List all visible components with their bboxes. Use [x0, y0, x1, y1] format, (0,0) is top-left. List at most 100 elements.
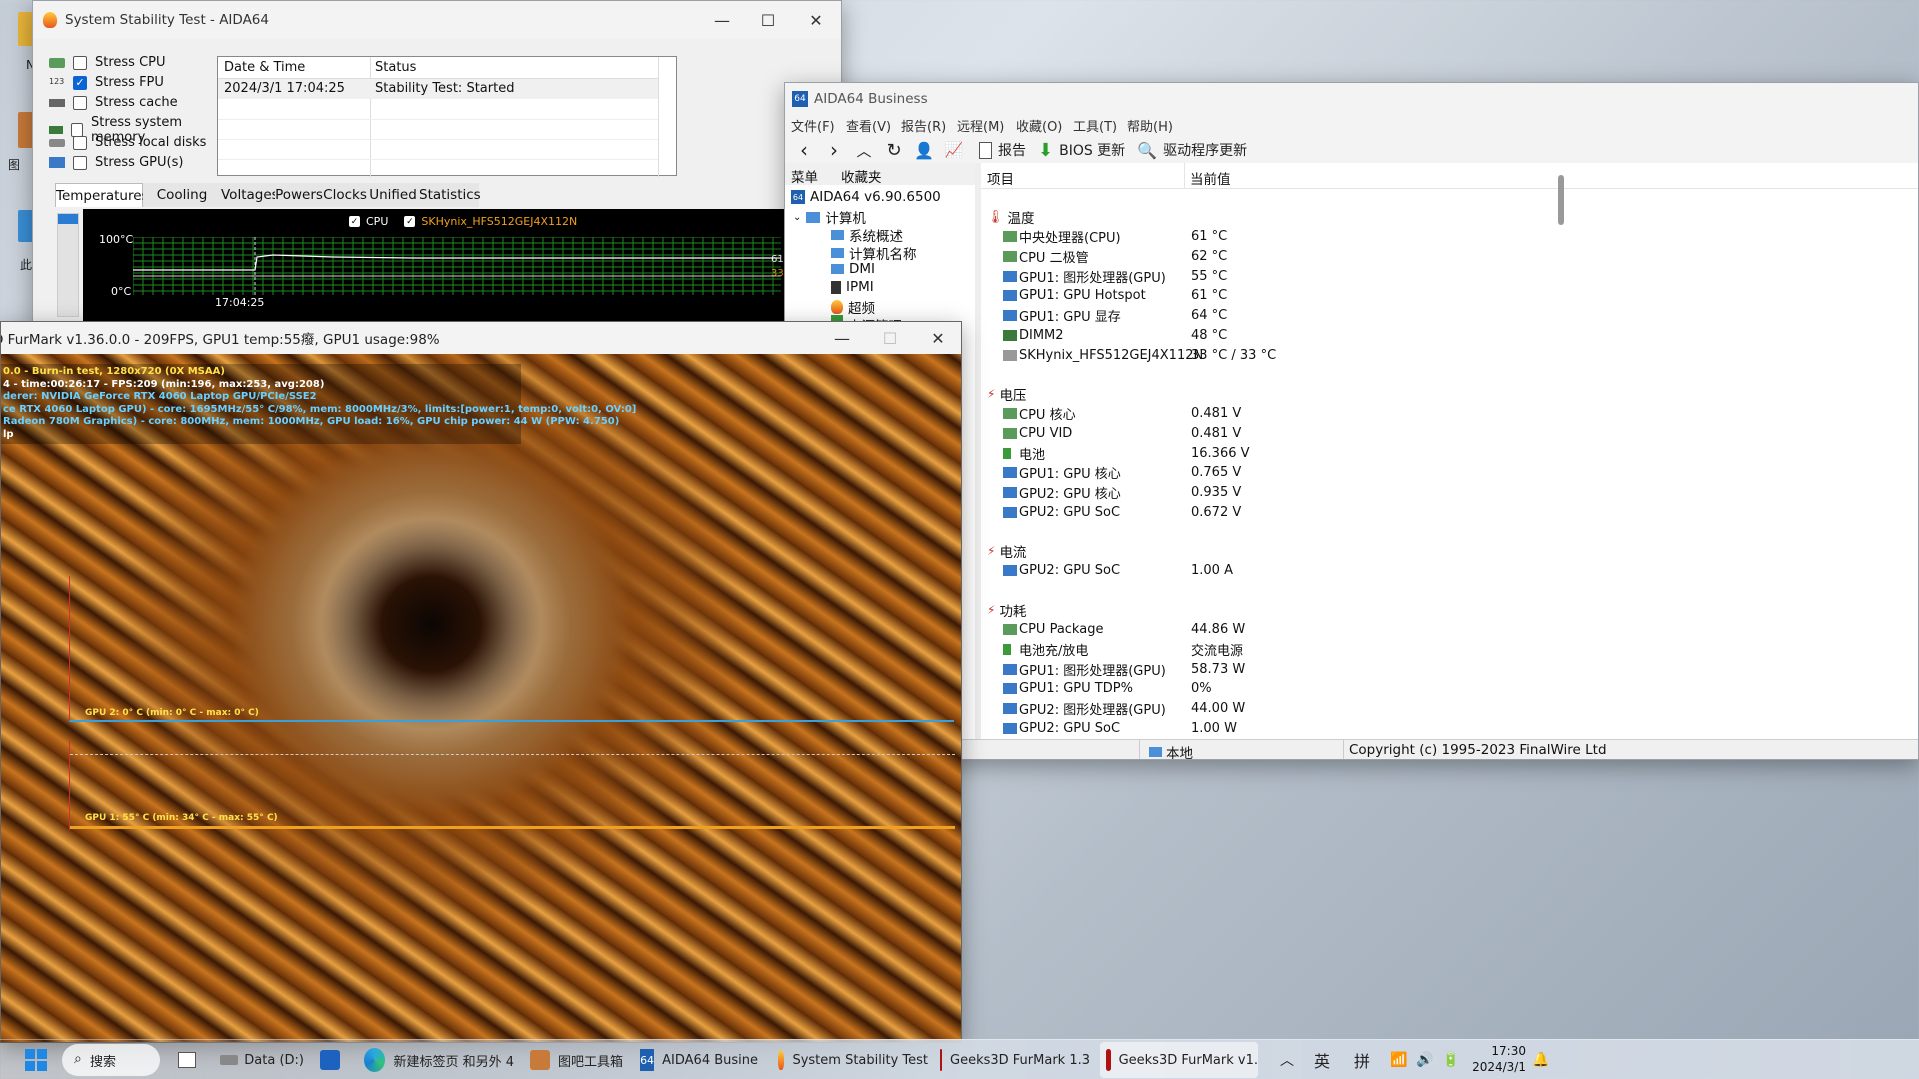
stability-titlebar[interactable]: System Stability Test - AIDA64 — ☐ ✕ [33, 1, 841, 39]
sensor-row[interactable]: 电池充/放电 交流电源 [981, 640, 1918, 660]
sensor-row[interactable]: GPU2: 图形处理器(GPU) 44.00 W [981, 699, 1918, 719]
sensor-row[interactable]: CPU Package 44.86 W [981, 620, 1918, 640]
sensor-row[interactable]: GPU2: GPU SoC 1.00 A [981, 561, 1918, 581]
menu-help[interactable]: 帮助(H) [1127, 116, 1187, 138]
stress-fpu-checkbox[interactable]: ✓ [73, 75, 87, 90]
furmark-titlebar[interactable]: D FurMark v1.36.0.0 - 209FPS, GPU1 temp:… [1, 322, 961, 354]
menu-view[interactable]: 查看(V) [846, 116, 901, 138]
log-col-status[interactable]: Status [375, 60, 416, 75]
close-button[interactable]: ✕ [787, 1, 841, 39]
sensor-row[interactable]: GPU1: GPU TDP% 0% [981, 679, 1918, 699]
tab-statistics[interactable]: Statistics [419, 183, 481, 207]
chart-icon[interactable]: 📈 [939, 141, 969, 159]
wifi-icon[interactable]: 📶 [1390, 1040, 1410, 1079]
graph-scroll-thumb[interactable] [58, 214, 78, 224]
back-arrow-icon[interactable]: ‹ [789, 138, 819, 162]
taskbar-item-edge[interactable]: 新建标签页 和另外 4 [364, 1040, 514, 1079]
sensor-row[interactable]: GPU2: GPU 核心 0.935 V [981, 483, 1918, 503]
menu-tools[interactable]: 工具(T) [1073, 116, 1127, 138]
tray-clock[interactable]: 17:30 2024/3/1 [1470, 1043, 1526, 1075]
start-button[interactable] [20, 1040, 52, 1079]
sensor-row[interactable]: 中央处理器(CPU) 61 °C [981, 227, 1918, 247]
tab-temperatures[interactable]: Temperatures [55, 183, 149, 207]
stress-gpu-checkbox[interactable] [73, 155, 87, 170]
sensor-row[interactable]: GPU1: 图形处理器(GPU) 58.73 W [981, 659, 1918, 679]
taskbar-item-aida[interactable]: 64 AIDA64 Busine [640, 1040, 758, 1079]
panel-tab-menu[interactable]: 菜单 [791, 166, 818, 186]
sensor-row[interactable]: CPU VID 0.481 V [981, 424, 1918, 444]
battery-icon[interactable]: 🔋 [1442, 1040, 1462, 1079]
furmark-render[interactable]: 0.0 - Burn-in test, 1280x720 (0X MSAA) 4… [1, 354, 961, 1042]
refresh-icon[interactable]: ↻ [879, 140, 909, 161]
furmark-close-button[interactable]: ✕ [909, 322, 961, 354]
tab-powers[interactable]: Powers [275, 183, 323, 207]
log-row[interactable]: 2024/3/1 17:04:25 Stability Test: Starte… [218, 79, 658, 99]
menu-remote[interactable]: 远程(M) [957, 116, 1016, 138]
graph-scroll-strip[interactable] [57, 213, 79, 317]
ime-language[interactable]: 英 [1314, 1040, 1334, 1079]
col-item[interactable]: 项目 [987, 168, 1014, 188]
legend-disk-checkbox[interactable]: ✓ [404, 216, 416, 227]
log-col-date[interactable]: Date & Time [224, 60, 305, 75]
sensor-row[interactable]: 电池 16.366 V [981, 443, 1918, 463]
taskbar-item-stability[interactable]: System Stability Test [778, 1040, 928, 1079]
chevron-down-icon[interactable]: ⌄ [793, 212, 801, 223]
stress-item-cache[interactable]: Stress cache [49, 95, 178, 110]
stress-cpu-checkbox[interactable] [73, 55, 87, 70]
toolbar-bios-button[interactable]: ⬇ BIOS 更新 [1038, 140, 1125, 161]
sensor-row[interactable]: CPU 二极管 62 °C [981, 247, 1918, 267]
sensor-row[interactable]: GPU2: GPU SoC 1.00 W [981, 719, 1918, 739]
taskbar-item-toolbox[interactable]: 图吧工具箱 [530, 1040, 626, 1079]
ime-mode[interactable]: 拼 [1354, 1040, 1374, 1079]
sensor-row[interactable]: CPU 核心 0.481 V [981, 404, 1918, 424]
menu-favorites[interactable]: 收藏(O) [1016, 116, 1073, 138]
stress-item-gpu[interactable]: Stress GPU(s) [49, 155, 183, 170]
sensor-row[interactable]: GPU1: GPU 核心 0.765 V [981, 463, 1918, 483]
menu-file[interactable]: 文件(F) [791, 116, 846, 138]
tray-overflow-button[interactable]: ︿ [1280, 1040, 1300, 1079]
panel-tab-favorites[interactable]: 收藏夹 [841, 166, 882, 186]
col-value[interactable]: 当前值 [1190, 168, 1231, 188]
sensor-row[interactable]: GPU1: GPU Hotspot 61 °C [981, 286, 1918, 306]
tree-item-overview[interactable]: 系统概述 [831, 225, 903, 245]
aida-titlebar[interactable]: 64 AIDA64 Business [785, 83, 1918, 115]
log-scrollbar[interactable] [658, 57, 659, 177]
taskbar-item-store[interactable] [320, 1040, 344, 1079]
stress-disks-checkbox[interactable] [73, 135, 87, 150]
search-box[interactable]: ⌕ 搜索 [62, 1044, 160, 1076]
taskbar-item-furmark-2[interactable]: Geeks3D FurMark v1. [1100, 1042, 1258, 1078]
taskbar-item-furmark-1[interactable]: Geeks3D FurMark 1.3 [940, 1040, 1090, 1079]
stress-cache-checkbox[interactable] [73, 95, 87, 110]
taskview-button[interactable] [178, 1040, 202, 1079]
tree-item-ipmi[interactable]: IPMI [831, 279, 874, 295]
toolbar-driver-button[interactable]: 🔍 驱动程序更新 [1137, 140, 1247, 160]
tab-unified[interactable]: Unified [367, 183, 419, 207]
legend-cpu-checkbox[interactable]: ✓ [349, 216, 360, 227]
stress-item-disks[interactable]: Stress local disks [49, 135, 206, 150]
menu-report[interactable]: 报告(R) [901, 116, 957, 138]
toolbar-report-button[interactable]: 报告 [979, 140, 1026, 160]
sensor-row[interactable]: SKHynix_HFS512GEJ4X112N 33 °C / 33 °C [981, 345, 1918, 365]
tree-item-overclock[interactable]: 超频 [831, 297, 875, 317]
sensor-scrollbar[interactable] [1558, 175, 1564, 225]
tab-clocks[interactable]: Clocks [323, 183, 367, 207]
tab-cooling-fans[interactable]: Cooling Fans [143, 183, 221, 227]
user-icon[interactable]: 👤 [909, 141, 939, 160]
tree-root[interactable]: 64 AIDA64 v6.90.6500 [791, 189, 941, 205]
log-table[interactable]: Date & Time Status 2024/3/1 17:04:25 Sta… [217, 56, 677, 177]
sensor-row[interactable]: DIMM2 48 °C [981, 326, 1918, 346]
tree-computer[interactable]: ⌄ 计算机 [793, 207, 866, 227]
up-arrow-icon[interactable]: ︿ [849, 140, 879, 161]
stress-item-fpu[interactable]: 123 ✓ Stress FPU [49, 75, 164, 90]
forward-arrow-icon[interactable]: › [819, 138, 849, 162]
stress-item-cpu[interactable]: Stress CPU [49, 55, 166, 70]
tree-item-computer-name[interactable]: 计算机名称 [831, 243, 917, 263]
sensor-row[interactable]: GPU1: GPU 显存 64 °C [981, 306, 1918, 326]
speaker-icon[interactable]: 🔊 [1416, 1040, 1436, 1079]
taskbar-item-explorer[interactable]: Data (D:) [220, 1040, 304, 1079]
tab-voltages[interactable]: Voltages [221, 183, 279, 207]
sensor-row[interactable]: GPU2: GPU SoC 0.672 V [981, 503, 1918, 523]
notification-bell-icon[interactable]: 🔔 [1532, 1040, 1550, 1079]
sensor-row[interactable]: GPU1: 图形处理器(GPU) 55 °C [981, 266, 1918, 286]
tree-item-dmi[interactable]: DMI [831, 261, 875, 277]
